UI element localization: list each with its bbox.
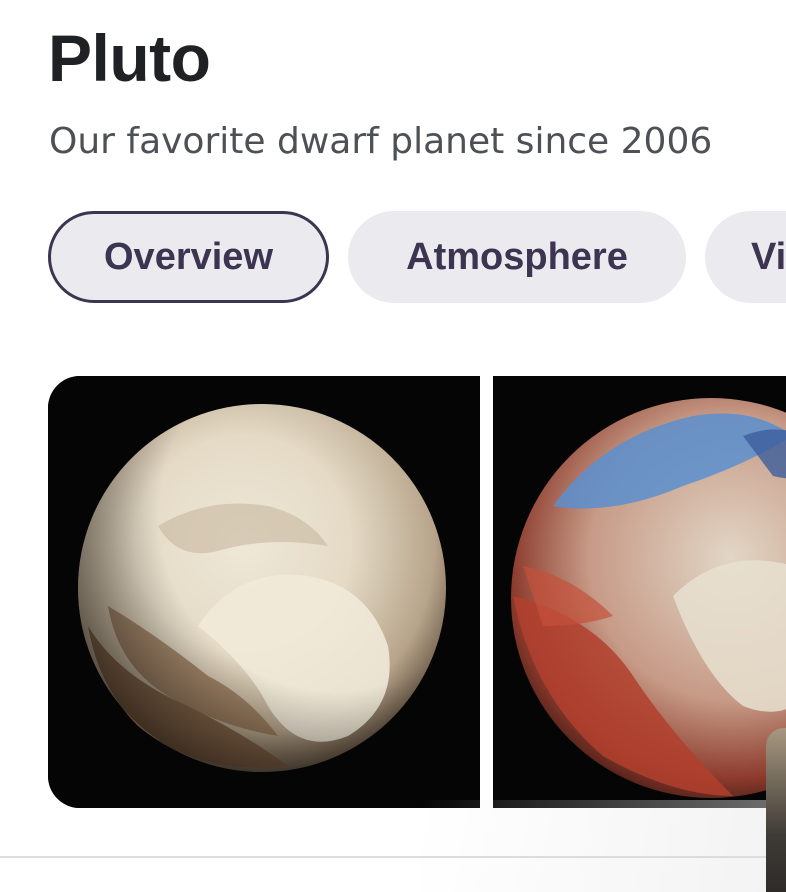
edge-thumbnail[interactable] (766, 728, 786, 892)
image-carousel (48, 376, 786, 808)
tab-atmosphere[interactable]: Atmosphere (348, 211, 686, 303)
tab-partial-next[interactable]: Vi (705, 211, 786, 303)
pluto-enhanced-color-image[interactable] (493, 376, 786, 808)
page-subtitle: Our favorite dwarf planet since 2006 (49, 121, 713, 162)
pluto-enhanced-color-graphic (493, 376, 786, 808)
search-knowledge-panel: Pluto Our favorite dwarf planet since 20… (0, 0, 786, 892)
bottom-fade (420, 800, 786, 892)
pluto-natural-color-image[interactable] (48, 376, 480, 808)
page-title: Pluto (48, 21, 211, 95)
tab-overview[interactable]: Overview (48, 211, 329, 303)
topic-tabs: Overview Atmosphere Vi (48, 211, 786, 307)
pluto-natural-color-graphic (48, 376, 480, 808)
section-divider (0, 856, 786, 858)
